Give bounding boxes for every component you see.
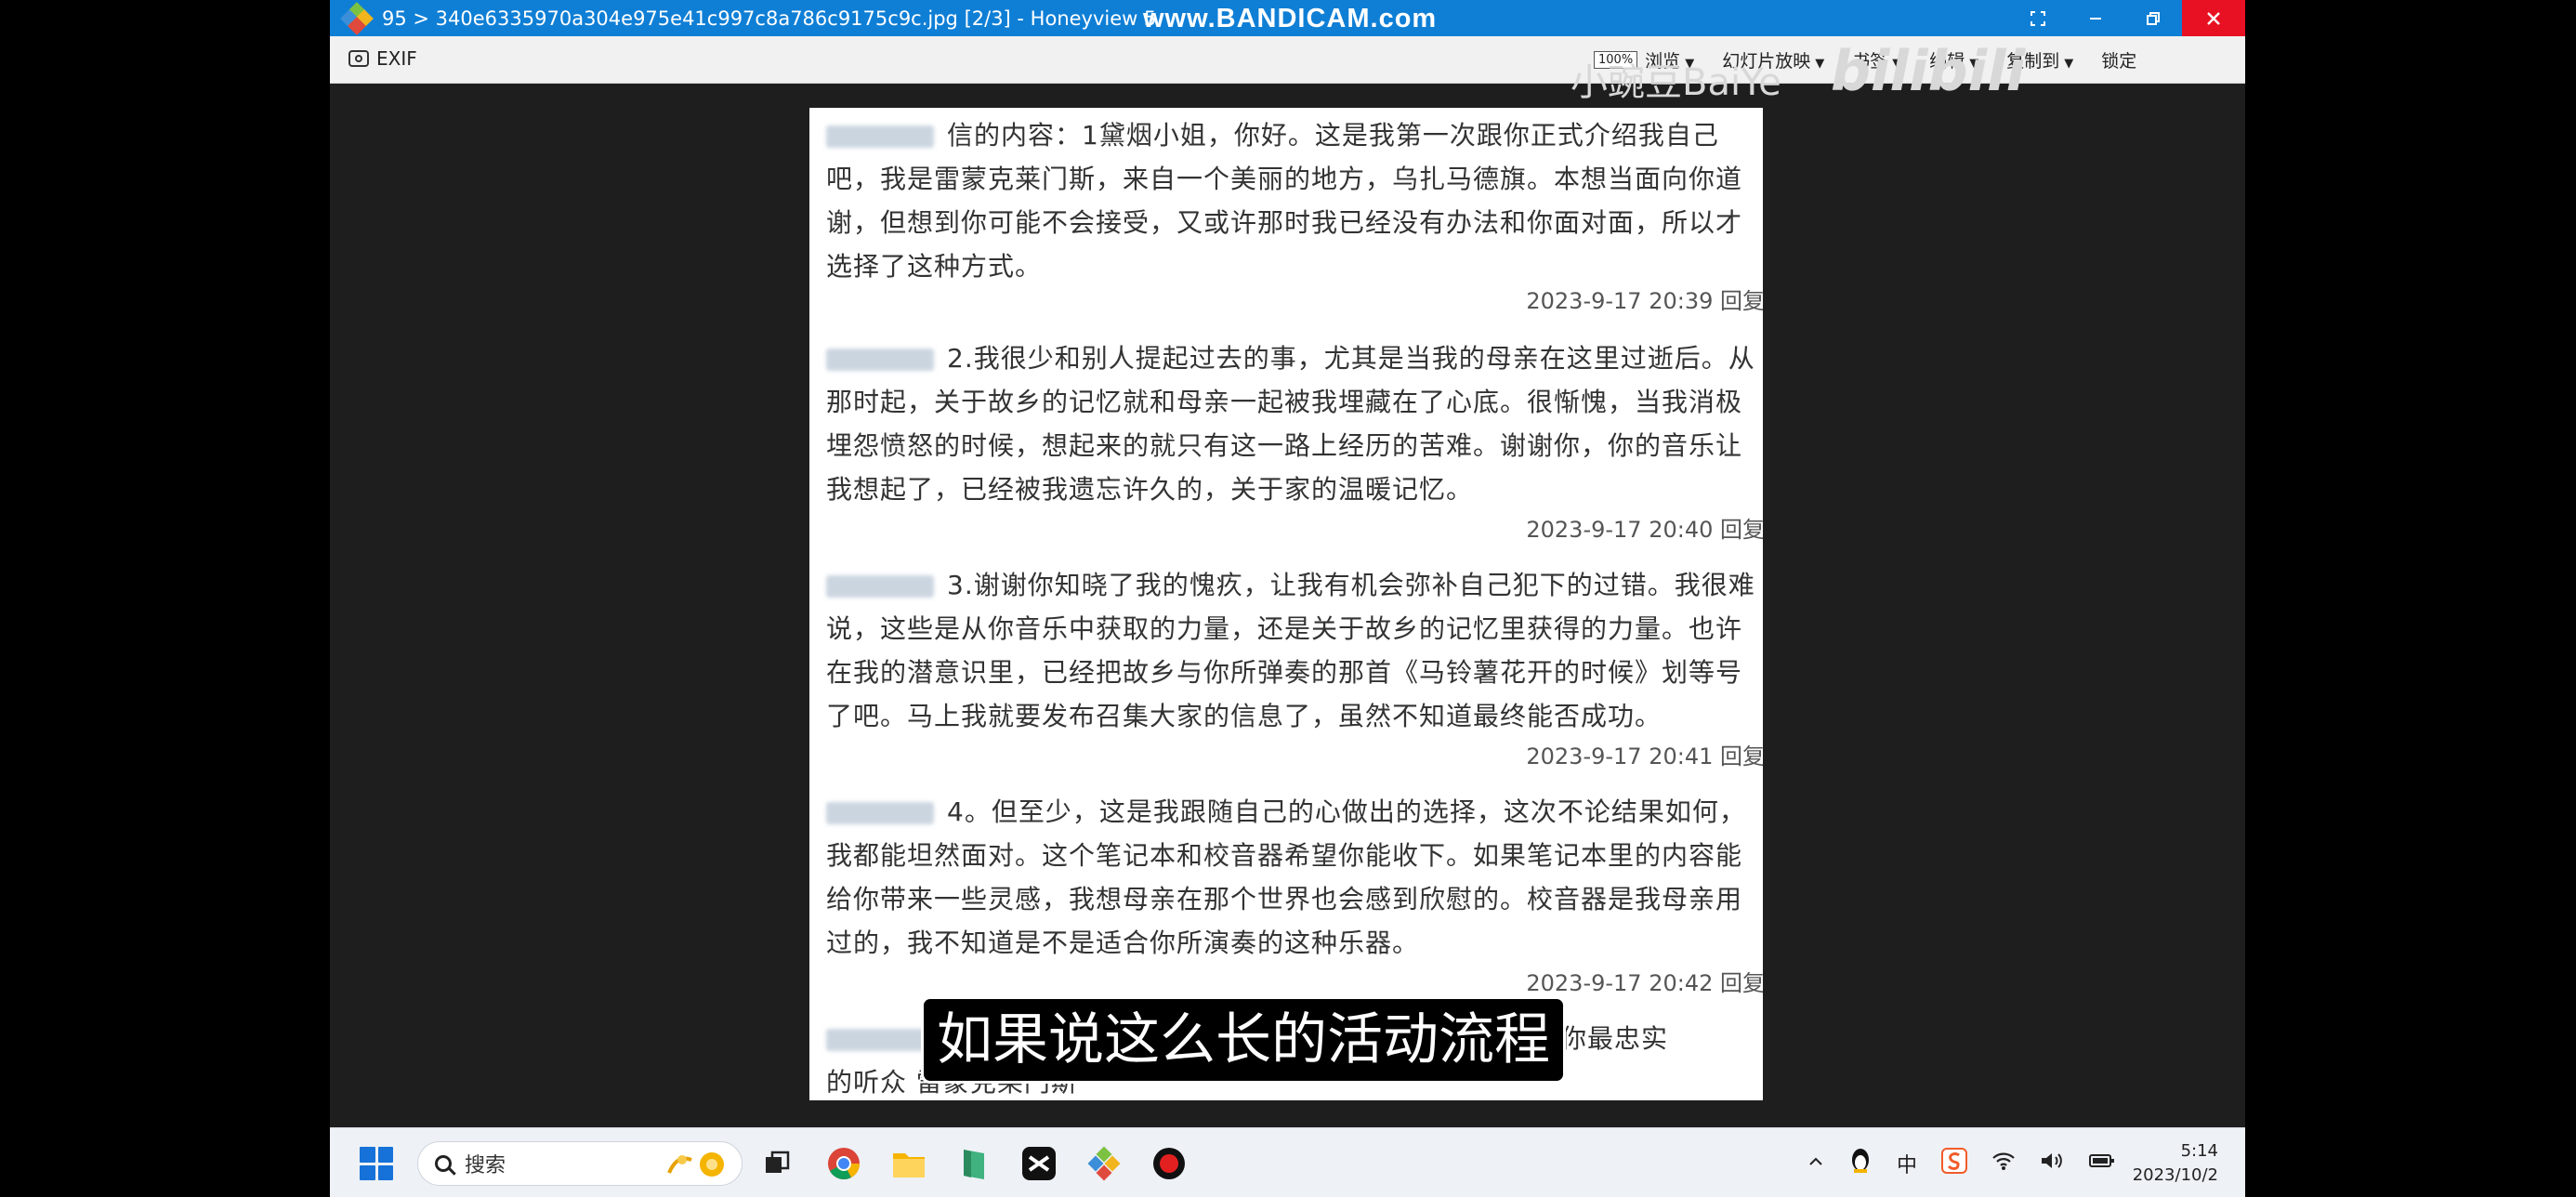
reply-link[interactable]: 回复 <box>1720 517 1763 543</box>
taskbar-clock[interactable]: 5:14 2023/10/2 <box>2116 1139 2218 1188</box>
system-tray: 中 <box>1807 1147 2116 1180</box>
fullscreen-icon[interactable] <box>2009 0 2067 36</box>
chevron-up-icon[interactable] <box>1807 1152 1824 1176</box>
camera-icon <box>348 50 369 67</box>
reply-link[interactable]: 回复 <box>1720 743 1763 770</box>
comment-item: 信的内容：1黛烟小姐，你好。这是我第一次跟你正式介绍我自己吧，我是雷蒙克莱门斯，… <box>826 108 1763 314</box>
comment-timestamp: 2023-9-17 20:40 回复 <box>1526 517 1763 543</box>
sogou-icon[interactable] <box>1941 1148 1968 1179</box>
bilibili-logo: bilibili <box>1831 39 2026 104</box>
comment-item: 4。但至少，这是我跟随自己的心做出的选择，这次不论结果如何，我都能坦然面对。这个… <box>826 786 1763 996</box>
qq-penguin-icon[interactable] <box>1848 1147 1873 1180</box>
comment-timestamp: 2023-9-17 20:41 回复 <box>1526 743 1763 770</box>
title-bar: 95 > 340e6335970a304e975e41c997c8a786c91… <box>330 0 2245 36</box>
ime-indicator[interactable]: 中 <box>1897 1149 1917 1178</box>
comment-item: 3.谢谢你知晓了我的愧疚，让我有机会弥补自己犯下的过错。我很难说，这些是从你音乐… <box>826 561 1763 770</box>
minimize-icon[interactable] <box>2067 0 2124 36</box>
video-subtitle: 如果说这么长的活动流程 <box>921 996 1566 1084</box>
windows-start-icon[interactable] <box>360 1147 393 1180</box>
task-view-icon[interactable] <box>758 1145 795 1182</box>
uploader-watermark: 小豌豆BaiYe <box>1571 61 1781 104</box>
search-highlight-icon <box>667 1152 724 1177</box>
capcut-icon[interactable] <box>1020 1145 1058 1182</box>
blurred-username <box>826 1029 934 1051</box>
honeyview-taskbar-icon[interactable] <box>1085 1145 1123 1182</box>
screen: 95 > 340e6335970a304e975e41c997c8a786c91… <box>330 0 2245 1197</box>
file-explorer-icon[interactable] <box>890 1145 927 1182</box>
clock-date: 2023/10/2 <box>2132 1165 2218 1185</box>
window-title: 95 > 340e6335970a304e975e41c997c8a786c91… <box>382 7 1157 30</box>
comment-text: 2.我很少和别人提起过去的事，尤其是当我的母亲在这里过逝后。从那时起，关于故乡的… <box>826 343 1755 505</box>
exif-button[interactable]: EXIF <box>348 47 417 70</box>
app-green-icon[interactable] <box>955 1145 992 1182</box>
comment-text-tail: 你最忠实 <box>1560 1023 1669 1054</box>
restore-icon[interactable] <box>2124 0 2182 36</box>
window-controls <box>2009 0 2245 36</box>
blurred-username <box>826 802 934 824</box>
caret-down-icon: ▼ <box>2064 57 2074 71</box>
windows-taskbar: 搜索 中 5:14 2023/10/2 <box>330 1127 2245 1197</box>
exif-label: EXIF <box>376 47 417 70</box>
chrome-icon[interactable] <box>825 1145 862 1182</box>
blurred-username <box>826 125 934 148</box>
honeyview-app-icon <box>340 1 374 35</box>
reply-link[interactable]: 回复 <box>1720 288 1763 314</box>
comment-timestamp: 2023-9-17 20:39 回复 <box>1526 288 1763 314</box>
caret-down-icon: ▼ <box>1815 57 1825 71</box>
comment-text: 3.谢谢你知晓了我的愧疚，让我有机会弥补自己犯下的过错。我很难说，这些是从你音乐… <box>826 570 1755 731</box>
menu-lock[interactable]: 锁定 <box>2101 47 2136 72</box>
comment-text: 信的内容：1黛烟小姐，你好。这是我第一次跟你正式介绍我自己吧，我是雷蒙克莱门斯，… <box>826 120 1743 282</box>
bandicam-watermark: www.BANDICAM.com <box>1143 4 1438 33</box>
wifi-icon[interactable] <box>1991 1151 2016 1177</box>
reply-link[interactable]: 回复 <box>1720 970 1763 996</box>
blurred-username <box>826 575 934 598</box>
clock-time: 5:14 <box>2180 1141 2218 1161</box>
close-icon[interactable] <box>2182 0 2245 36</box>
taskbar-search[interactable]: 搜索 <box>417 1141 743 1186</box>
search-icon <box>435 1155 452 1172</box>
blurred-username <box>826 349 934 371</box>
comment-text: 4。但至少，这是我跟随自己的心做出的选择，这次不论结果如何，我都能坦然面对。这个… <box>826 796 1746 958</box>
speaker-icon[interactable] <box>2040 1151 2064 1177</box>
bandicam-record-icon[interactable] <box>1150 1145 1188 1182</box>
search-placeholder: 搜索 <box>465 1154 506 1177</box>
displayed-image: 信的内容：1黛烟小姐，你好。这是我第一次跟你正式介绍我自己吧，我是雷蒙克莱门斯，… <box>809 108 1763 1100</box>
comment-timestamp: 2023-9-17 20:42 回复 <box>1526 970 1763 996</box>
comment-item: 2.我很少和别人提起过去的事，尤其是当我的母亲在这里过逝后。从那时起，关于故乡的… <box>826 335 1763 543</box>
battery-icon[interactable] <box>2088 1151 2116 1176</box>
